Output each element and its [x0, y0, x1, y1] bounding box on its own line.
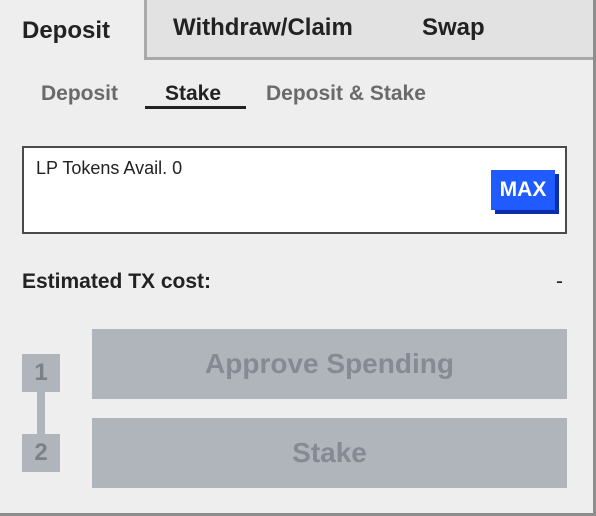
subtab-deposit-and-stake[interactable]: Deposit & Stake	[266, 82, 426, 110]
max-button[interactable]: MAX	[491, 170, 555, 210]
top-tab-bar: Deposit Withdraw/Claim Swap	[0, 0, 593, 62]
step-2-indicator: 2	[22, 434, 60, 472]
estimated-tx-cost-value: -	[556, 270, 563, 293]
tab-swap-label: Swap	[422, 14, 485, 41]
max-button-label: MAX	[499, 178, 547, 201]
tab-deposit-label: Deposit	[22, 17, 111, 44]
tab-deposit[interactable]: Deposit	[0, 0, 144, 62]
estimated-tx-cost-label: Estimated TX cost:	[22, 270, 212, 293]
subtab-deposit-and-stake-label: Deposit & Stake	[266, 82, 426, 105]
step-1-indicator: 1	[22, 354, 60, 392]
stake-button-label: Stake	[292, 437, 367, 468]
staking-panel: Deposit Withdraw/Claim Swap Deposit Stak…	[0, 0, 596, 516]
subtab-deposit[interactable]: Deposit	[41, 82, 118, 110]
approve-spending-label: Approve Spending	[205, 348, 454, 379]
active-subtab-underline	[145, 106, 246, 109]
lp-token-input[interactable]: LP Tokens Avail. 0 MAX	[22, 146, 567, 234]
subtab-deposit-label: Deposit	[41, 82, 119, 105]
tab-withdraw-claim[interactable]: Withdraw/Claim	[173, 0, 353, 56]
step-connector	[37, 392, 45, 436]
step-2-number: 2	[34, 439, 48, 466]
subtab-stake-label: Stake	[165, 82, 222, 105]
approve-spending-button[interactable]: Approve Spending	[92, 329, 567, 399]
stake-button[interactable]: Stake	[92, 418, 567, 488]
lp-tokens-available-label: LP Tokens Avail. 0	[36, 158, 183, 178]
step-1-number: 1	[34, 359, 48, 386]
tab-swap[interactable]: Swap	[422, 0, 485, 56]
tab-withdraw-claim-label: Withdraw/Claim	[173, 14, 353, 41]
